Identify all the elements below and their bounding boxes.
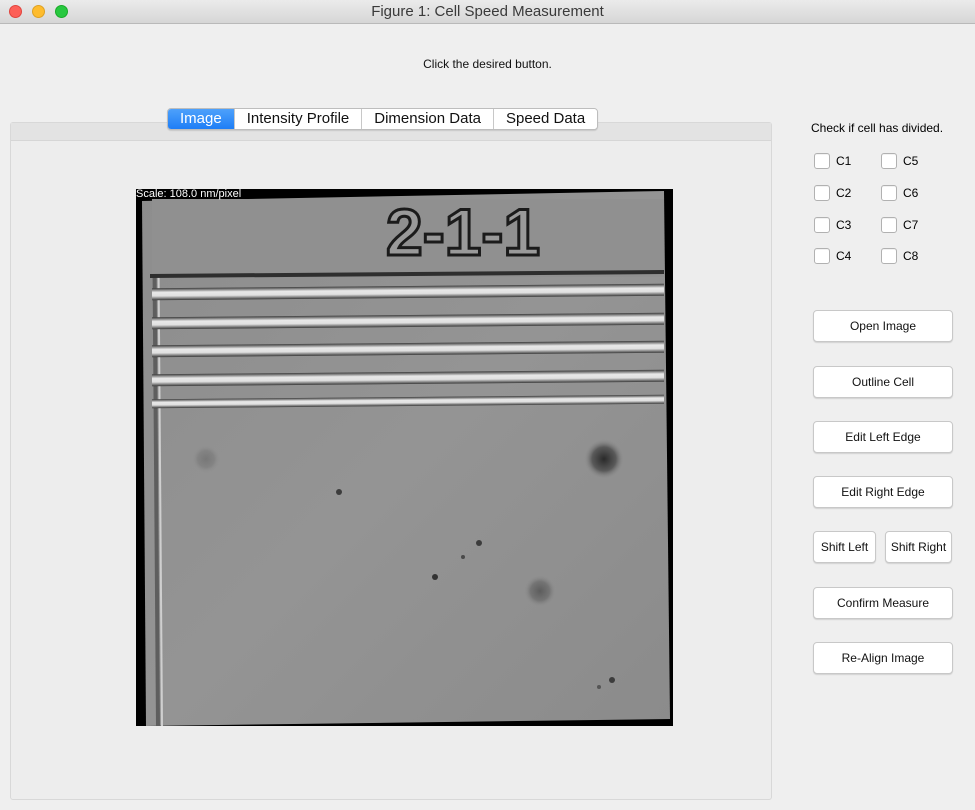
title-bar: Figure 1: Cell Speed Measurement — [0, 0, 975, 24]
edit-left-edge-button[interactable]: Edit Left Edge — [813, 421, 953, 453]
checkbox-c2-box[interactable] — [814, 185, 830, 201]
checkbox-c2-label: C2 — [836, 186, 852, 200]
checkbox-c3-label: C3 — [836, 218, 852, 232]
shift-left-button[interactable]: Shift Left — [813, 531, 876, 563]
realign-image-button[interactable]: Re-Align Image — [813, 642, 953, 674]
checkbox-c3[interactable]: C3 — [814, 216, 851, 234]
checkbox-c4[interactable]: C4 — [814, 247, 851, 265]
window-title: Figure 1: Cell Speed Measurement — [371, 3, 604, 20]
checkbox-c8[interactable]: C8 — [881, 247, 918, 265]
checkbox-c7-box[interactable] — [881, 217, 897, 233]
tab-bar: Image Intensity Profile Dimension Data S… — [167, 108, 599, 130]
instruction-text: Click the desired button. — [423, 57, 552, 71]
checkbox-c4-label: C4 — [836, 249, 852, 263]
scale-label: Scale: 108.0 nm/pixel — [136, 188, 242, 200]
open-image-button[interactable]: Open Image — [813, 310, 953, 342]
checkbox-c6-label: C6 — [903, 186, 919, 200]
microscope-image[interactable]: 2-1-1 — [136, 189, 673, 727]
checkbox-c5-label: C5 — [903, 154, 919, 168]
checkbox-c1-box[interactable] — [814, 153, 830, 169]
tab-intensity-profile[interactable]: Intensity Profile — [234, 109, 363, 129]
tab-speed-data[interactable]: Speed Data — [493, 109, 598, 129]
checkbox-c6-box[interactable] — [881, 185, 897, 201]
channel-id-label: 2-1-1 — [386, 195, 540, 269]
shift-right-button[interactable]: Shift Right — [885, 531, 952, 563]
checkbox-c1-label: C1 — [836, 154, 852, 168]
checkbox-c6[interactable]: C6 — [881, 184, 918, 202]
outline-cell-button[interactable]: Outline Cell — [813, 366, 953, 398]
tab-image[interactable]: Image — [168, 109, 235, 129]
checkbox-c7-label: C7 — [903, 218, 919, 232]
tab-dimension-data[interactable]: Dimension Data — [362, 109, 494, 129]
division-heading: Check if cell has divided. — [811, 121, 944, 135]
checkbox-c5[interactable]: C5 — [881, 152, 918, 170]
checkbox-c5-box[interactable] — [881, 153, 897, 169]
checkbox-c3-box[interactable] — [814, 217, 830, 233]
checkbox-c7[interactable]: C7 — [881, 216, 918, 234]
edit-right-edge-button[interactable]: Edit Right Edge — [813, 476, 953, 508]
checkbox-c1[interactable]: C1 — [814, 152, 851, 170]
figure-window: Figure 1: Cell Speed Measurement Click t… — [0, 0, 975, 810]
checkbox-c2[interactable]: C2 — [814, 184, 851, 202]
checkbox-c8-label: C8 — [903, 249, 919, 263]
confirm-measure-button[interactable]: Confirm Measure — [813, 587, 953, 619]
checkbox-c4-box[interactable] — [814, 248, 830, 264]
checkbox-c8-box[interactable] — [881, 248, 897, 264]
microscope-image-graphic: 2-1-1 — [142, 191, 670, 727]
